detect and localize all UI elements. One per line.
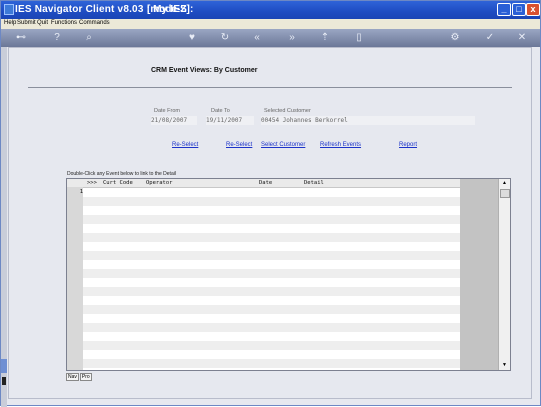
close-window-button[interactable]: x <box>526 3 540 16</box>
table-row[interactable] <box>83 359 460 368</box>
settings-icon[interactable]: ⚙ <box>449 32 461 44</box>
column-detail[interactable]: Detail <box>304 179 324 187</box>
page-title: CRM Event Views: By Customer <box>151 67 258 74</box>
selected-customer-field[interactable]: 00454 Johannes Berkorrel <box>261 116 475 125</box>
column-operator[interactable]: Operator <box>146 179 173 187</box>
table-row[interactable] <box>83 251 460 260</box>
menu-submit[interactable]: Submit <box>17 20 36 26</box>
bottom-tabs: Nav Pro <box>66 373 93 381</box>
table-row[interactable] <box>83 305 460 314</box>
table-row[interactable] <box>83 341 460 350</box>
report-link[interactable]: Report <box>399 142 417 148</box>
menu-functions[interactable]: Functions <box>51 20 77 26</box>
events-grid[interactable]: >>> Curt Code Operator Date Detail 1 ▲ ▼ <box>66 178 511 371</box>
title-bar[interactable]: IES Navigator Client v8.03 : My IES : [m… <box>1 1 540 19</box>
table-row[interactable] <box>83 224 460 233</box>
toolbar: ⊷ ? ⌕ ♥ ↻ « » ⇡ ▯ ⚙ ✓ ✕ <box>1 29 540 47</box>
column-curt-code[interactable]: Curt Code <box>103 179 133 187</box>
minimize-button[interactable]: _ <box>497 3 511 16</box>
favorite-icon[interactable]: ♥ <box>186 32 198 44</box>
table-row[interactable] <box>83 296 460 305</box>
side-strip-icon[interactable] <box>2 377 6 385</box>
table-row[interactable] <box>83 332 460 341</box>
home-icon[interactable]: ⊷ <box>9 32 33 44</box>
column-marker[interactable]: >>> <box>87 179 97 187</box>
search-icon[interactable]: ⌕ <box>83 32 95 44</box>
scroll-thumb[interactable] <box>500 189 510 198</box>
back-icon[interactable]: « <box>251 32 263 44</box>
table-row[interactable] <box>83 323 460 332</box>
app-icon <box>4 4 14 15</box>
table-row[interactable] <box>83 197 460 206</box>
menu-quit[interactable]: Quit <box>37 20 48 26</box>
scroll-down-icon[interactable]: ▼ <box>499 361 510 370</box>
date-to-label: Date To <box>211 108 230 114</box>
ok-icon[interactable]: ✓ <box>484 32 496 44</box>
table-row[interactable] <box>83 206 460 215</box>
row-number-column <box>67 187 83 370</box>
column-date[interactable]: Date <box>259 179 272 187</box>
grid-hint: Double-Click any Event below to link to … <box>67 171 176 177</box>
menu-help[interactable]: Help <box>4 20 16 26</box>
vertical-scrollbar[interactable]: ▲ ▼ <box>498 179 510 370</box>
divider <box>28 87 512 88</box>
maximize-button[interactable]: □ <box>512 3 526 16</box>
table-row[interactable] <box>83 350 460 359</box>
side-strip-marker <box>1 359 7 373</box>
help-icon[interactable]: ? <box>51 32 63 44</box>
scroll-up-icon[interactable]: ▲ <box>499 179 510 188</box>
date-from-field[interactable]: 21/08/2007 <box>151 116 197 125</box>
app-window: IES Navigator Client v8.03 : My IES : [m… <box>0 0 541 407</box>
refresh-events-link[interactable]: Refresh Events <box>320 142 361 148</box>
forward-icon[interactable]: » <box>286 32 298 44</box>
menu-commands[interactable]: Commands <box>79 20 110 26</box>
date-from-label: Date From <box>154 108 180 114</box>
grid-header: >>> Curt Code Operator Date Detail <box>67 179 460 188</box>
selected-customer-label: Selected Customer <box>264 108 311 114</box>
row-number: 1 <box>79 189 83 195</box>
reselect-link[interactable]: Re-Select <box>226 142 252 148</box>
refresh-icon[interactable]: ↻ <box>219 32 231 44</box>
side-strip <box>1 47 7 407</box>
tab-pro[interactable]: Pro <box>79 373 92 381</box>
table-row[interactable] <box>83 242 460 251</box>
up-icon[interactable]: ⇡ <box>319 32 331 44</box>
table-row[interactable] <box>83 278 460 287</box>
select-customer-link[interactable]: Select Customer <box>261 142 305 148</box>
tab-nav[interactable]: Nav <box>66 373 79 381</box>
table-row[interactable] <box>83 260 460 269</box>
table-row[interactable] <box>83 314 460 323</box>
table-row[interactable] <box>83 269 460 278</box>
table-row[interactable] <box>83 233 460 242</box>
date-to-field[interactable]: 19/11/2007 <box>206 116 254 125</box>
reselect-dates-link[interactable]: Re-Select <box>172 142 198 148</box>
page-icon[interactable]: ▯ <box>353 32 365 44</box>
table-row[interactable] <box>83 188 460 197</box>
close-icon[interactable]: ✕ <box>516 32 528 44</box>
table-row[interactable] <box>83 287 460 296</box>
grid-gutter <box>460 179 498 370</box>
table-row[interactable] <box>83 215 460 224</box>
menu-bar: Help Submit Quit Functions Commands <box>1 19 540 29</box>
mode-indicator: [mode-Z] <box>147 4 190 15</box>
